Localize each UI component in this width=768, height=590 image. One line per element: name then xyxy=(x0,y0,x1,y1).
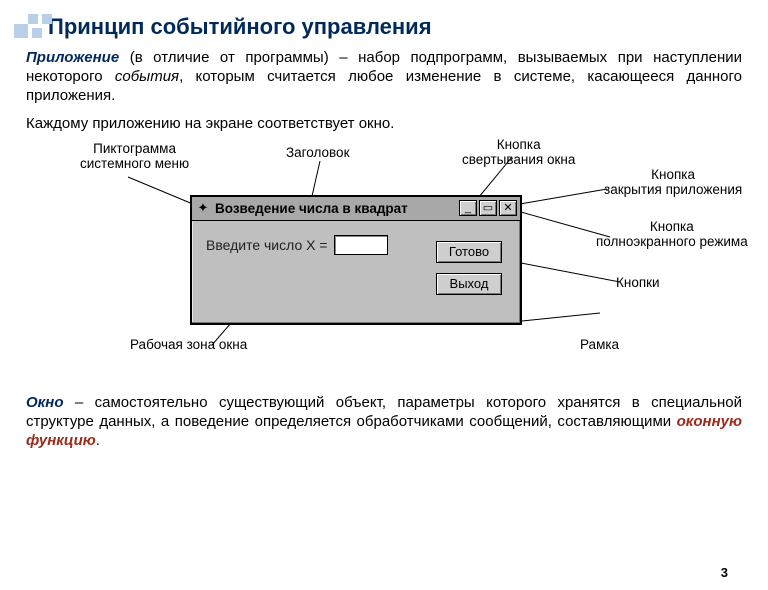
page-title: Принцип событийного управления xyxy=(48,14,768,40)
label-title: Заголовок xyxy=(286,145,349,161)
term-application: Приложение xyxy=(26,49,119,66)
label-sysmenu-icon: Пиктограммасистемного меню xyxy=(80,141,189,172)
maximize-button[interactable]: ▭ xyxy=(479,200,497,216)
term-window: Окно xyxy=(26,394,64,411)
label-workarea: Рабочая зона окна xyxy=(130,337,247,353)
term-event: события xyxy=(115,68,179,85)
mock-window-title: Возведение числа в квадрат xyxy=(215,201,408,216)
paragraph-2: Каждому приложению на экране соответству… xyxy=(26,114,742,133)
system-menu-icon[interactable]: ✦ xyxy=(195,200,211,216)
label-maximize: Кнопкаполноэкранного режима xyxy=(596,219,748,250)
mock-client-area: Введите число X = Готово Выход xyxy=(192,221,520,323)
number-input[interactable] xyxy=(334,235,388,255)
label-close: Кнопказакрытия приложения xyxy=(604,167,742,198)
paragraph-3: Окно – самостоятельно существующий объек… xyxy=(26,393,742,451)
label-minimize: Кнопкасвертывания окна xyxy=(462,137,575,168)
close-button[interactable]: ✕ xyxy=(499,200,517,216)
minimize-button[interactable]: _ xyxy=(459,200,477,216)
label-frame: Рамка xyxy=(580,337,619,353)
window-diagram: Пиктограммасистемного меню Заголовок Кно… xyxy=(0,137,768,385)
prompt-label: Введите число X = xyxy=(206,237,328,253)
mock-window: ✦ Возведение числа в квадрат _ ▭ ✕ Введи… xyxy=(190,195,522,325)
paragraph-1: Приложение (в отличие от программы) – на… xyxy=(26,48,742,106)
ready-button[interactable]: Готово xyxy=(436,241,502,263)
label-buttons: Кнопки xyxy=(616,275,660,291)
mock-titlebar: ✦ Возведение числа в квадрат _ ▭ ✕ xyxy=(192,197,520,221)
page-number: 3 xyxy=(721,565,728,580)
exit-button[interactable]: Выход xyxy=(436,273,502,295)
